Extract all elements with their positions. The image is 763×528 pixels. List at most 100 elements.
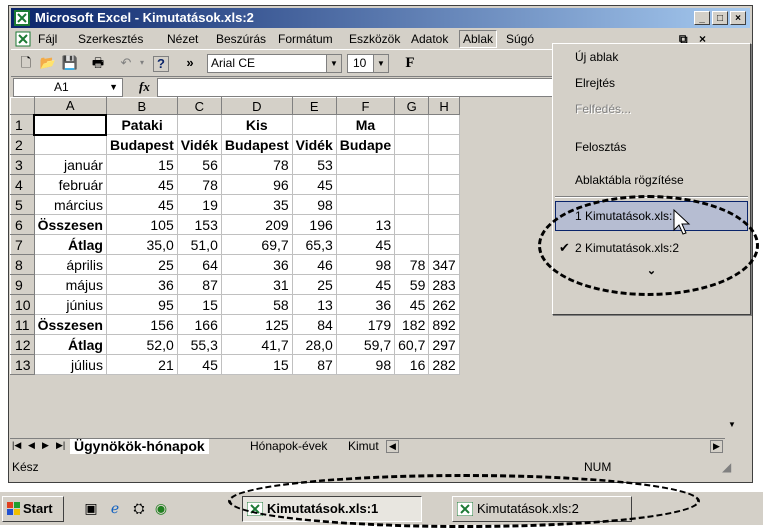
cell[interactable]: május [33,274,107,295]
cell[interactable]: 98 [291,194,337,215]
cell[interactable]: 84 [291,314,337,335]
cell[interactable] [428,154,460,175]
cell[interactable]: 153 [176,214,222,235]
cell[interactable]: 35 [220,194,293,215]
menu-file[interactable]: Fájl [35,31,60,47]
cell[interactable]: március [33,194,107,215]
maximize-button[interactable]: □ [712,11,728,25]
cell[interactable]: 53 [291,154,337,175]
cell[interactable]: 59 [394,274,430,295]
cell[interactable]: 64 [176,254,222,275]
column-header[interactable]: F [335,97,396,115]
bold-button[interactable]: F [401,54,419,72]
cell[interactable]: 96 [220,174,293,195]
font-name-select[interactable]: Arial CE ▼ [207,54,342,73]
cell[interactable]: 69,7 [220,234,293,255]
menu-item-freeze-panes[interactable]: Ablaktábla rögzítése [575,169,684,191]
desktop-icon[interactable]: ▣ [82,499,100,517]
row-header[interactable]: 1 [10,114,35,135]
cell[interactable]: 282 [428,354,460,375]
cell[interactable]: 45 [105,174,178,195]
cell[interactable]: 16 [394,354,430,375]
menu-data[interactable]: Adatok [408,31,451,47]
column-header[interactable]: A [33,97,107,115]
column-header[interactable]: C [176,97,222,115]
cell[interactable]: Pataki [105,114,178,135]
cell[interactable]: 892 [428,314,460,335]
cell[interactable]: 36 [335,294,396,315]
cell[interactable]: 41,7 [220,334,293,355]
cell[interactable] [394,134,430,155]
browser-icon[interactable]: ℯ [106,499,124,517]
print-icon[interactable]: 🖶 [89,54,107,72]
cell[interactable]: Összesen [33,314,107,335]
cell[interactable]: Kis [220,114,293,135]
cell[interactable]: 15 [105,154,178,175]
row-header[interactable]: 6 [10,214,35,235]
cell[interactable] [394,114,430,135]
cell[interactable] [176,114,222,135]
menu-window[interactable]: Ablak [459,30,498,48]
cell[interactable]: 36 [220,254,293,275]
cell[interactable]: 156 [105,314,178,335]
tab-scroll-left-icon[interactable]: ◀ [386,440,399,453]
cell[interactable] [428,214,460,235]
hscroll-right-icon[interactable]: ▶ [710,440,723,453]
cell[interactable]: 125 [220,314,293,335]
cell[interactable]: 78 [220,154,293,175]
fx-icon[interactable]: fx [139,79,150,95]
sheet-tab-active[interactable]: Ügynökök-hónapok [70,439,209,454]
cell[interactable]: 347 [428,254,460,275]
cell[interactable]: 78 [176,174,222,195]
cell[interactable] [335,194,396,215]
cell[interactable] [394,154,430,175]
cell[interactable] [428,234,460,255]
menu-format[interactable]: Formátum [275,31,336,47]
cell[interactable]: 78 [394,254,430,275]
cell[interactable] [394,174,430,195]
row-header[interactable]: 8 [10,254,35,275]
column-header[interactable]: D [220,97,293,115]
row-header[interactable]: 5 [10,194,35,215]
select-all-corner[interactable] [10,97,35,115]
workbook-icon[interactable] [15,31,31,47]
cell[interactable]: 60,7 [394,334,430,355]
cell[interactable]: 87 [176,274,222,295]
cell[interactable]: 51,0 [176,234,222,255]
cell[interactable]: 98 [335,354,396,375]
help-icon[interactable]: ? [153,56,169,72]
open-icon[interactable]: 📂 [39,54,57,72]
cell[interactable]: 45 [291,174,337,195]
cell[interactable] [428,174,460,195]
cell[interactable] [394,214,430,235]
cell[interactable] [428,194,460,215]
cell[interactable]: Átlag [33,334,107,355]
column-header[interactable]: G [394,97,430,115]
menu-view[interactable]: Nézet [164,31,201,47]
menu-insert[interactable]: Beszúrás [213,31,269,47]
cell[interactable]: 87 [291,354,337,375]
close-button[interactable]: × [730,11,746,25]
cell[interactable]: Átlag [33,234,107,255]
cell[interactable]: 59,7 [335,334,396,355]
cell[interactable]: 65,3 [291,234,337,255]
row-header[interactable]: 3 [10,154,35,175]
column-header[interactable]: H [428,97,460,115]
cell[interactable] [33,113,108,136]
cell[interactable]: július [33,354,107,375]
menu-edit[interactable]: Szerkesztés [75,31,146,47]
prev-sheet-icon[interactable]: ◀ [28,440,35,451]
cell[interactable]: Budapest [220,134,293,155]
row-header[interactable]: 10 [10,294,35,315]
cell[interactable]: 182 [394,314,430,335]
cell[interactable]: 45 [105,194,178,215]
cell[interactable]: 25 [291,274,337,295]
menu-tools[interactable]: Eszközök [346,31,403,47]
scroll-down-icon[interactable]: ▼ [728,420,736,429]
cell[interactable]: 45 [176,354,222,375]
cell[interactable]: 55,3 [176,334,222,355]
cell[interactable]: 45 [394,294,430,315]
menu-item-hide[interactable]: Elrejtés [575,72,615,94]
minimize-button[interactable]: _ [694,11,710,25]
row-header[interactable]: 9 [10,274,35,295]
